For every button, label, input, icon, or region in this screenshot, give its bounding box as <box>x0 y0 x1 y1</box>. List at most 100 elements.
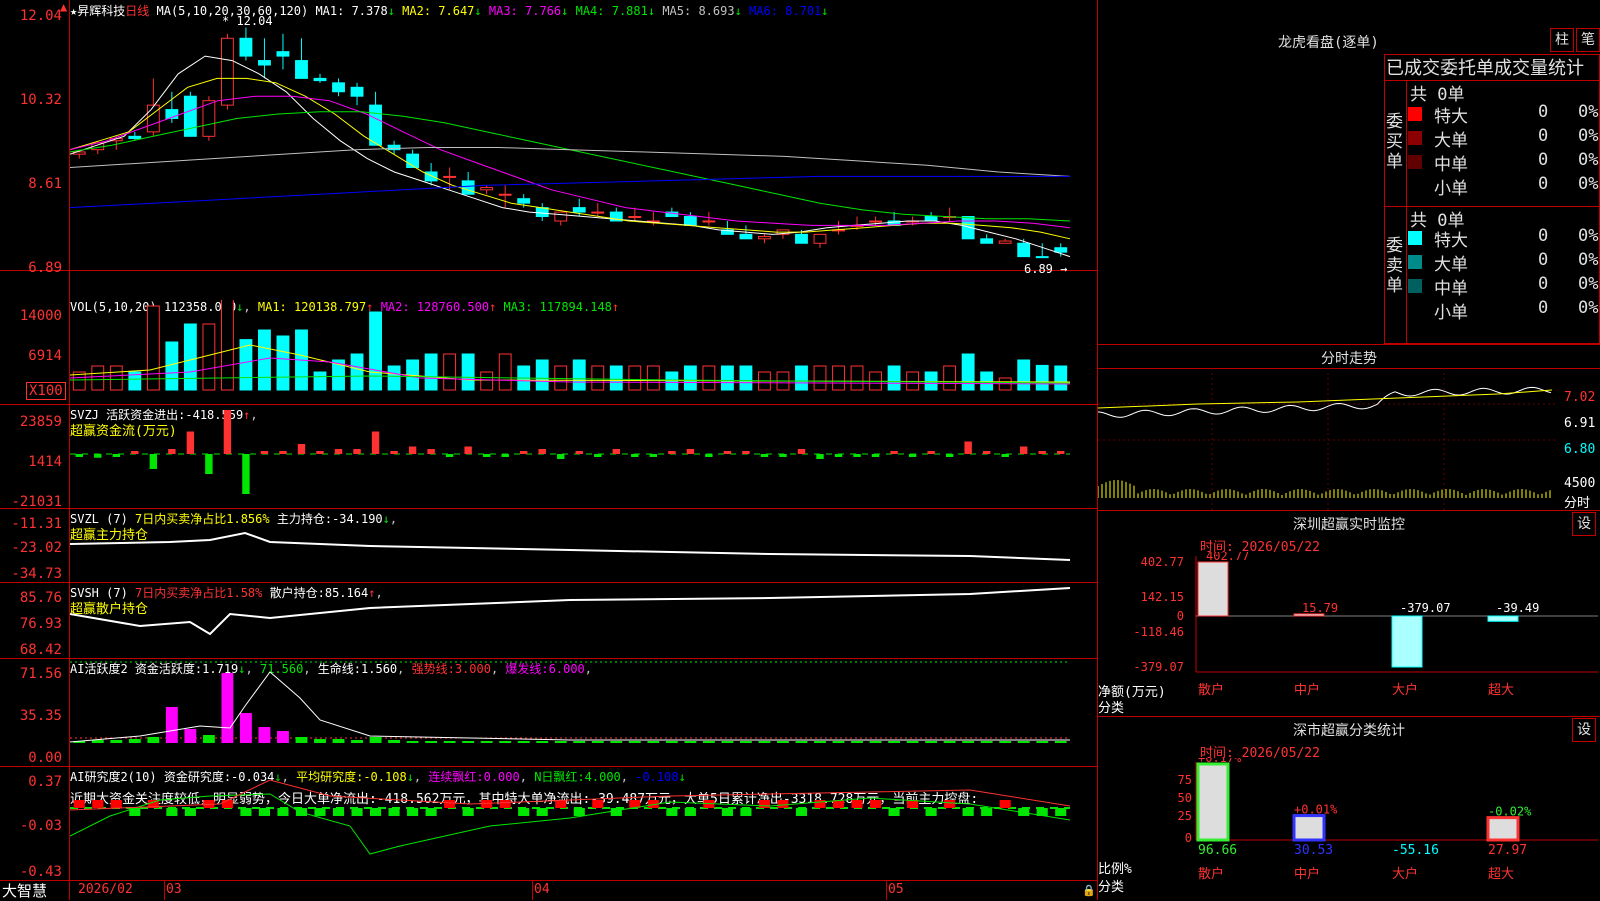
cls-category-label: 超大 <box>1488 867 1514 882</box>
left-chart-area[interactable]: ★昇辉科技日线 MA(5,10,20,30,60,120) MA1: 7.378… <box>0 0 1098 900</box>
fs-tick: 7.02 <box>1564 390 1596 405</box>
ai-research-bar <box>592 800 604 808</box>
svzj-bar <box>390 451 398 454</box>
monitor-bar-value: 402.77 <box>1206 552 1249 563</box>
volume-bar <box>1035 364 1049 391</box>
buy-group-label: 委 买 单 <box>1386 112 1403 172</box>
vol-unit-badge[interactable]: X100 <box>26 382 66 400</box>
volume-bar <box>795 365 808 391</box>
ai-research-bar <box>981 808 993 816</box>
ai-active-bar <box>425 741 438 743</box>
ai-research-bar <box>944 800 956 808</box>
svzl-line <box>70 531 1071 561</box>
ai-active-bar <box>851 741 863 743</box>
cls-settings-button[interactable]: 设 <box>1572 718 1596 742</box>
svzj-bar <box>908 454 917 457</box>
cls-bar-value: 30.53 <box>1294 843 1333 858</box>
ai-research-bar <box>425 808 437 816</box>
ai-active-bar <box>480 741 493 743</box>
row-pct: 0% <box>1578 226 1599 246</box>
candle-body <box>295 60 308 79</box>
candle-body <box>628 216 642 219</box>
svzj-bar <box>631 454 639 457</box>
ai-active-bar <box>462 741 475 743</box>
monitor-bar-value: -379.07 <box>1400 601 1451 615</box>
ai-active-bar <box>332 739 345 743</box>
bar-mode-button[interactable]: 柱 <box>1550 28 1574 52</box>
candle-body <box>350 86 364 97</box>
cls-bar <box>1292 814 1326 842</box>
row-label: 大单 <box>1434 255 1468 275</box>
candle-body <box>183 95 197 137</box>
monitor-axis-label: -118.46 <box>1133 625 1184 639</box>
ai-active-bar <box>573 741 586 743</box>
ai-active-bar <box>388 740 400 743</box>
ai-research-tick: -0.43 <box>19 864 62 880</box>
candle-body <box>924 216 938 222</box>
ai-research-bar <box>851 800 863 808</box>
row-count: 0 <box>1538 150 1549 170</box>
svzj-bar <box>1057 451 1065 454</box>
ai-research-line <box>70 793 1071 855</box>
ai-research-bar <box>92 800 104 808</box>
monitor-settings-button[interactable]: 设 <box>1572 512 1596 536</box>
svzj-bar <box>501 454 509 457</box>
volume-bar <box>183 323 197 391</box>
cls-bar-chart: 75 50 25 0 +0.17% 96.66 散户 +0.01% 30.53 中户 -55.16 大… <box>1178 758 1598 882</box>
volume-bar <box>628 365 642 391</box>
volume-bar <box>443 353 457 391</box>
ai-research-bar <box>870 800 882 808</box>
ai-research-bar <box>666 808 678 816</box>
cls-axis-label: 0 <box>1185 831 1192 845</box>
row-pct: 0% <box>1578 174 1599 194</box>
ai-research-bar <box>1055 808 1067 816</box>
ai-research-bar <box>740 808 752 816</box>
svzj-bar <box>575 451 583 454</box>
tick-mode-button[interactable]: 笔 <box>1576 28 1600 52</box>
volume-bar <box>1054 365 1068 391</box>
svsh-tick: 76.93 <box>19 616 62 632</box>
brand-label[interactable]: 大智慧 <box>2 880 47 901</box>
color-swatch <box>1408 279 1422 293</box>
cls-bar-pct: +0.01% <box>1294 803 1338 817</box>
price-tick: 6.89 <box>28 260 62 276</box>
ai-research-bar <box>444 800 456 808</box>
cls-bar-value: 27.97 <box>1488 843 1527 858</box>
svzj-bar <box>75 454 83 457</box>
ma-line-ma1 <box>70 55 1071 258</box>
candle-body <box>517 198 531 204</box>
lock-icon[interactable]: 🔒 <box>1082 884 1096 897</box>
ai-research-line-2 <box>70 779 1071 811</box>
svzl-tick: -34.73 <box>11 566 62 582</box>
svzl-chart <box>70 531 1071 561</box>
ai-research-bar <box>332 808 345 816</box>
monitor-category-label: 超大 <box>1488 683 1514 698</box>
fs-vol-tick: 4500 <box>1564 476 1596 491</box>
candle-body <box>220 37 234 106</box>
cls-category-label: 大户 <box>1392 866 1418 882</box>
volume-bar <box>683 365 697 391</box>
svzj-bar <box>649 454 658 457</box>
ai-research-bar <box>221 800 233 808</box>
candle-body <box>1054 247 1068 253</box>
cls-axis-label: 75 <box>1178 773 1192 787</box>
ai-active-bar <box>999 741 1012 743</box>
svzj-bar <box>297 444 306 454</box>
row-label: 小单 <box>1434 303 1468 323</box>
ai-research-bar <box>73 800 85 808</box>
volume-bar <box>276 335 290 391</box>
intraday-chart[interactable] <box>1098 368 1558 510</box>
ai-research-bar <box>499 800 511 808</box>
svzj-bar <box>482 454 491 457</box>
svzj-bar <box>871 454 880 457</box>
monitor-category-label: 大户 <box>1392 682 1418 698</box>
ai-active-bar <box>758 741 771 743</box>
candlestick-chart[interactable] <box>70 16 1098 270</box>
monitor-category-label: 散户 <box>1198 682 1224 698</box>
ai-research-bar <box>925 808 937 816</box>
ai-active-bar <box>277 731 289 743</box>
date-label: 03 <box>166 882 182 897</box>
svzj-bar <box>242 454 250 494</box>
cls-bar <box>1486 816 1520 842</box>
volume-bar <box>702 365 716 391</box>
